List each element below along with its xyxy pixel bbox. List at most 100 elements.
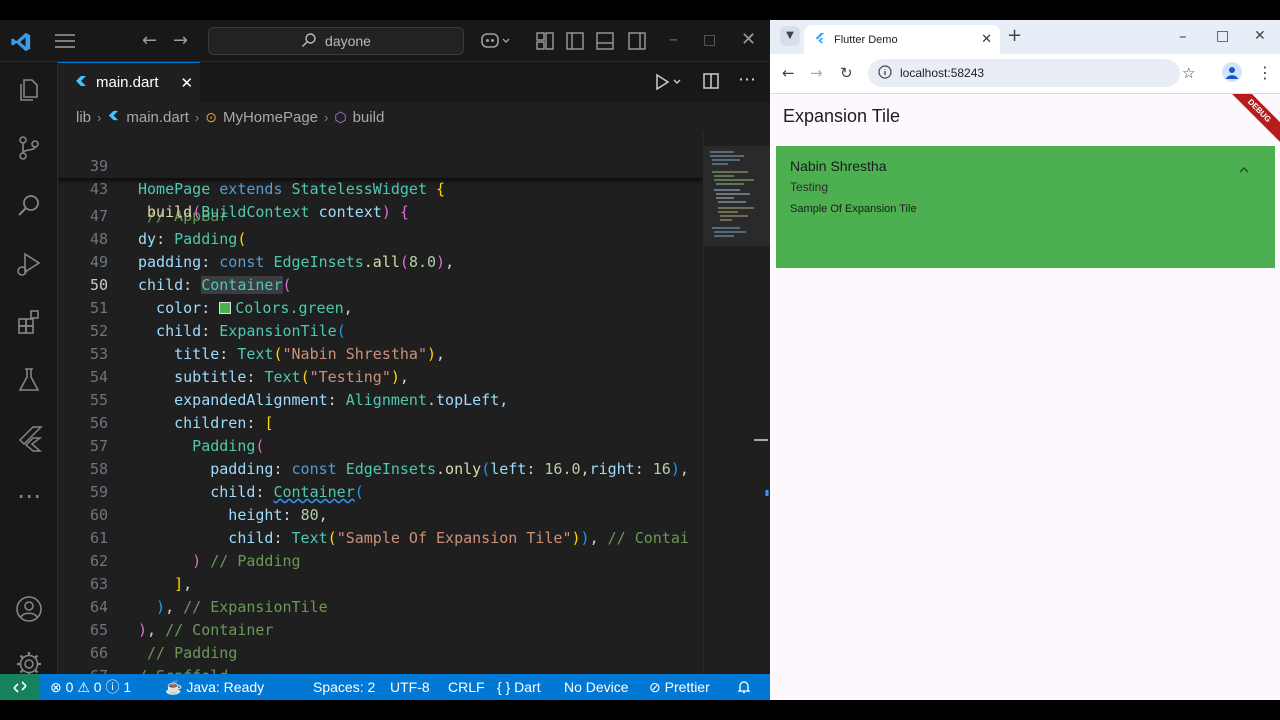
reload-icon[interactable]: ↻ — [840, 64, 853, 82]
close-tab-icon[interactable]: ✕ — [981, 31, 992, 47]
bookmark-star-icon[interactable]: ☆ — [1182, 64, 1195, 82]
line-code: color: Colors.green, — [138, 297, 353, 320]
language-status[interactable]: { } Dart — [497, 674, 541, 700]
forward-arrow-icon[interactable]: → — [173, 31, 188, 51]
toggle-primary-sidebar-icon[interactable] — [565, 31, 585, 56]
search-text: dayone — [325, 33, 371, 49]
code-line: 65), // Container — [58, 619, 703, 642]
activity-bar: ⋯ — [0, 62, 58, 676]
token: : — [201, 253, 220, 271]
command-center-search[interactable]: dayone — [208, 27, 464, 55]
color-swatch-icon[interactable] — [219, 302, 232, 314]
breadcrumb-item[interactable]: build — [353, 109, 385, 126]
token: ) — [580, 529, 590, 547]
tab-label: main.dart — [96, 74, 159, 91]
address-bar[interactable]: localhost:58243 — [868, 59, 1180, 87]
eol-status[interactable]: CRLF — [448, 674, 485, 700]
customize-layout-icon[interactable] — [535, 31, 555, 56]
indentation-status[interactable]: Spaces: 2 — [313, 674, 375, 700]
flutter-icon[interactable] — [0, 418, 58, 458]
breadcrumb-item[interactable]: lib — [76, 109, 91, 126]
token: Padding — [138, 437, 256, 455]
minimap[interactable] — [703, 132, 770, 674]
close-tab-icon[interactable]: ✕ — [181, 74, 194, 92]
more-views-icon[interactable]: ⋯ — [0, 476, 58, 516]
testing-icon[interactable] — [0, 360, 58, 400]
code-line: 54 subtitle: Text("Testing"), — [58, 366, 703, 389]
error-icon: ⊗ — [50, 679, 62, 695]
back-arrow-icon[interactable]: ← — [782, 64, 795, 82]
chevron-up-icon[interactable] — [1237, 162, 1251, 181]
token: padding — [138, 460, 274, 478]
token: EdgeInsets — [336, 460, 437, 478]
token: "Nabin Shrestha" — [282, 345, 428, 363]
split-editor-icon[interactable] — [702, 72, 720, 96]
site-info-icon[interactable] — [878, 64, 892, 82]
forward-arrow-icon[interactable]: → — [810, 64, 823, 82]
chrome-menu-icon[interactable]: ⋮ — [1257, 64, 1273, 82]
code-line: 49 padding: const EdgeInsets.all(8.0), — [58, 251, 703, 274]
line-number: 50 — [89, 276, 108, 294]
close-window-icon[interactable]: ✕ — [741, 30, 756, 50]
token: : — [219, 345, 238, 363]
token: : — [634, 460, 653, 478]
breadcrumb-item[interactable]: MyHomePage — [223, 109, 318, 126]
minimize-icon[interactable]: – — [1179, 27, 1187, 45]
token: .all — [363, 253, 400, 271]
minimize-icon[interactable]: – — [669, 30, 678, 50]
line-number: 64 — [89, 598, 108, 616]
code-editor[interactable]: 39 HomePage extends StatelessWidget { 43… — [58, 132, 703, 674]
prettier-status[interactable]: ⊘ Prettier — [649, 674, 710, 700]
expansion-tile[interactable]: Nabin Shrestha Testing Sample Of Expansi… — [776, 146, 1275, 268]
maximize-icon[interactable]: □ — [703, 30, 716, 50]
token: .topLeft, — [427, 391, 509, 409]
explorer-icon[interactable] — [0, 70, 58, 110]
search-sidebar-icon[interactable] — [0, 186, 58, 226]
prettier-icon: ⊘ — [649, 679, 661, 695]
profile-avatar-icon[interactable] — [1222, 62, 1242, 82]
code-line: 64 ), // ExpansionTile — [58, 596, 703, 619]
extensions-icon[interactable] — [0, 302, 58, 342]
token: ( — [192, 203, 202, 221]
line-number: 61 — [89, 529, 108, 547]
token: ( — [354, 483, 364, 501]
line-number: 53 — [89, 345, 108, 363]
debug-banner: DEBUG — [1222, 94, 1280, 148]
run-debug-dropdown-icon[interactable] — [652, 72, 684, 96]
line-code: subtitle: Text("Testing"), — [138, 366, 409, 389]
toggle-secondary-sidebar-icon[interactable] — [627, 31, 647, 56]
token: : — [526, 460, 545, 478]
close-window-icon[interactable]: ✕ — [1254, 27, 1266, 45]
maximize-icon[interactable]: □ — [1216, 27, 1229, 45]
remote-indicator-icon[interactable] — [0, 674, 40, 700]
notifications-bell-icon[interactable] — [736, 674, 752, 700]
line-code: ], — [138, 573, 192, 596]
line-number: 66 — [89, 644, 108, 662]
token: ) — [381, 203, 391, 221]
token: : — [201, 322, 220, 340]
accounts-icon[interactable] — [0, 589, 58, 629]
line-code: HomePage extends StatelessWidget { — [138, 178, 445, 201]
java-status[interactable]: ☕ Java: Ready — [165, 674, 264, 700]
java-status-text: Java: Ready — [186, 679, 265, 695]
encoding-status[interactable]: UTF-8 — [390, 674, 430, 700]
language-text: Dart — [514, 679, 541, 695]
run-debug-icon[interactable] — [0, 244, 58, 284]
breadcrumb-item[interactable]: main.dart — [126, 109, 189, 126]
copilot-icon[interactable] — [480, 31, 512, 56]
toggle-panel-icon[interactable] — [595, 31, 615, 56]
browser-tab-flutter-demo[interactable]: Flutter Demo ✕ — [804, 25, 1000, 54]
menu-icon[interactable] — [54, 31, 76, 56]
tab-main-dart[interactable]: main.dart ✕ — [58, 62, 200, 102]
source-control-icon[interactable] — [0, 128, 58, 168]
line-code: child: Container( — [138, 274, 292, 297]
appbar-title: Expansion Tile — [783, 106, 901, 126]
problems-indicator[interactable]: ⊗ 0 ⚠ 0 ⓘ 1 — [50, 674, 131, 700]
new-tab-icon[interactable]: + — [1007, 27, 1022, 45]
more-actions-icon[interactable]: ⋯ — [738, 71, 756, 96]
back-arrow-icon[interactable]: ← — [142, 31, 157, 51]
token: : — [327, 391, 346, 409]
tab-search-icon[interactable]: ▼ — [780, 26, 800, 46]
chevron-right-icon: › — [194, 109, 200, 125]
device-status[interactable]: No Device — [564, 674, 629, 700]
